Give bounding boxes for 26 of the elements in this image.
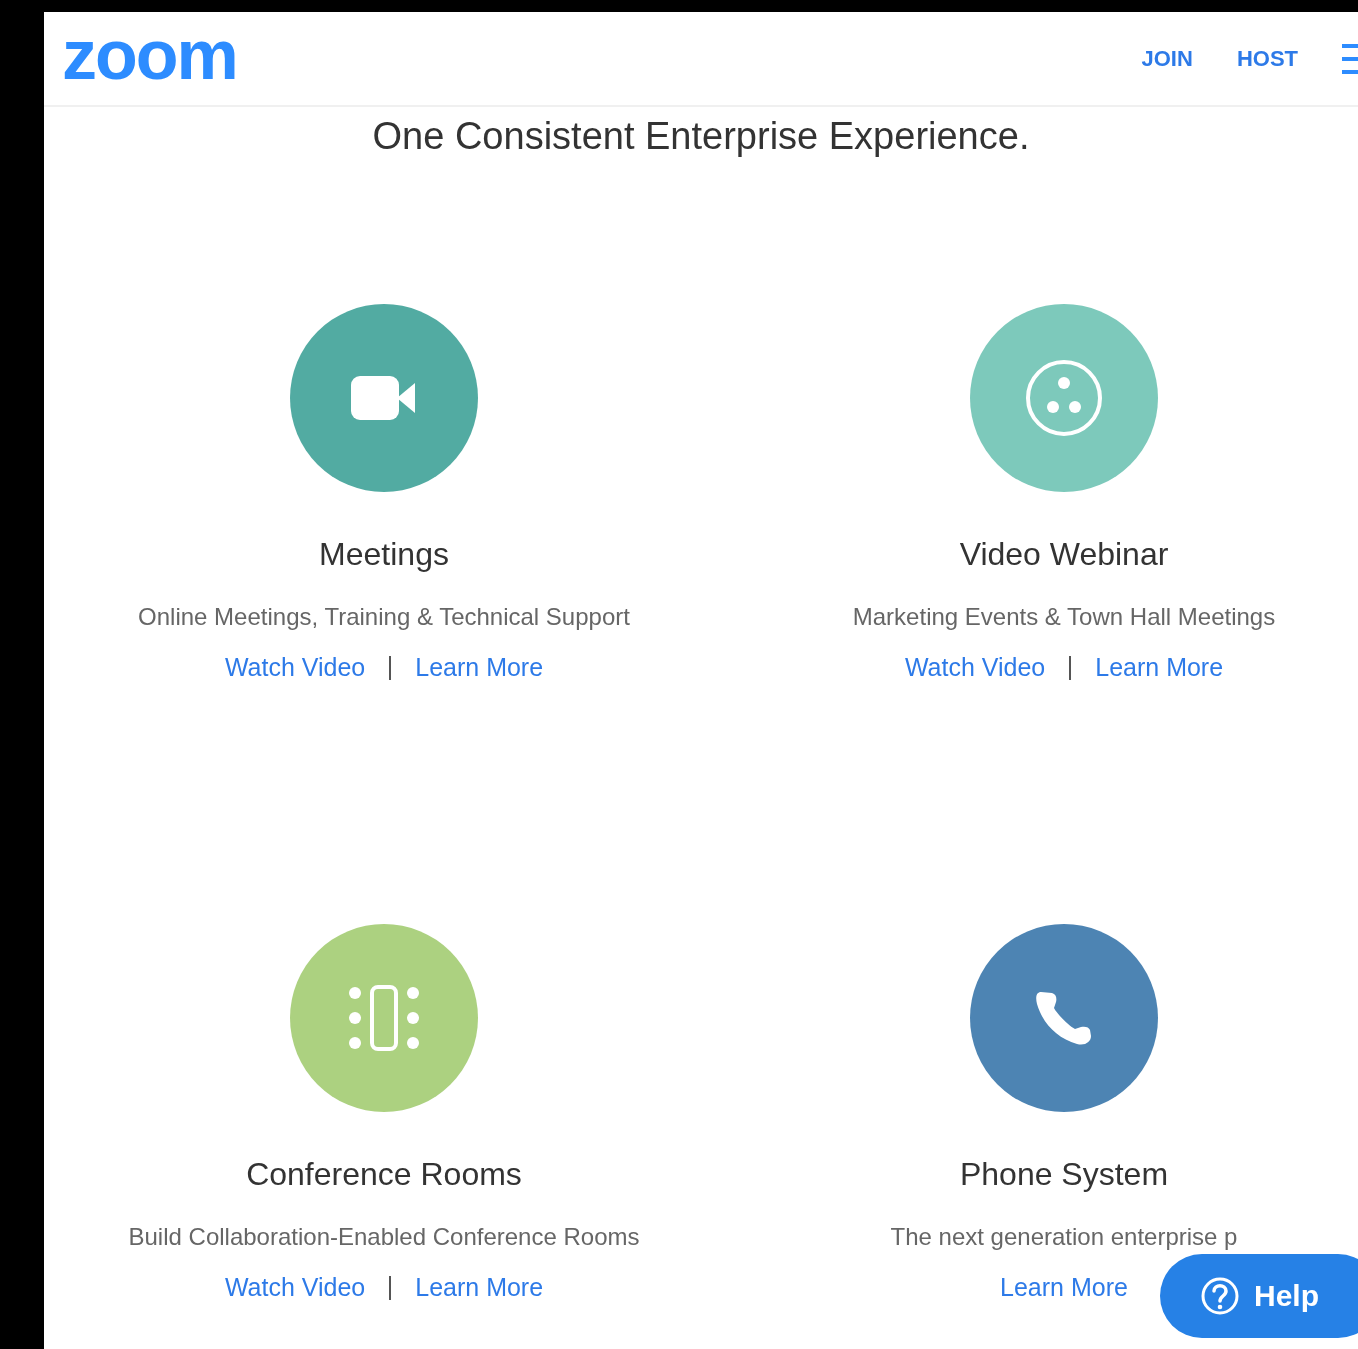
product-title: Conference Rooms	[246, 1156, 522, 1193]
menu-icon[interactable]	[1342, 43, 1358, 74]
video-camera-icon	[351, 376, 417, 420]
product-title: Meetings	[319, 536, 449, 573]
product-description: Online Meetings, Training & Technical Support	[138, 603, 630, 631]
learn-more-link[interactable]: Learn More	[1000, 1273, 1128, 1302]
learn-more-link[interactable]: Learn More	[1095, 653, 1224, 682]
nav-link[interactable]: HOST	[1236, 45, 1298, 72]
learn-more-link[interactable]: Learn More	[415, 1273, 544, 1302]
product-description: Build Collaboration-Enabled Conference Rooms	[128, 1223, 640, 1251]
conference-table-icon	[348, 985, 420, 1051]
watch-video-link[interactable]: Watch Video	[224, 1273, 366, 1302]
page-heading: One Consistent Enterprise Experience.	[371, 115, 1031, 158]
product-title: Phone System	[959, 1156, 1169, 1193]
product-description: Marketing Events & Town Hall Meetings	[852, 603, 1276, 631]
logo[interactable]: zoom	[62, 19, 237, 90]
product-title: Video Webinar	[959, 536, 1169, 573]
watch-video-link[interactable]: Watch Video	[904, 653, 1046, 682]
product-description: The next generation enterprise p	[890, 1223, 1238, 1251]
circle-dots-icon	[1025, 359, 1103, 437]
phone-icon	[1035, 990, 1093, 1046]
question-icon	[1200, 1276, 1240, 1316]
nav-link[interactable]: JOIN	[1141, 45, 1193, 72]
help-button[interactable]: Help	[1160, 1254, 1358, 1338]
watch-video-link[interactable]: Watch Video	[224, 653, 366, 682]
learn-more-link[interactable]: Learn More	[415, 653, 544, 682]
